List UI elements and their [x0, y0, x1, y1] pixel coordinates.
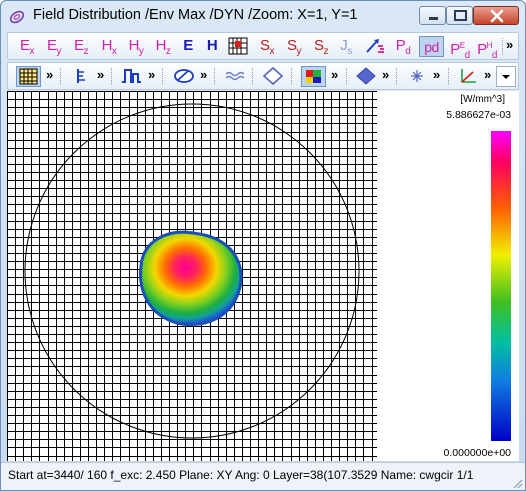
minimize-icon: [429, 17, 438, 20]
color-map-button[interactable]: [301, 66, 326, 87]
close-icon: [490, 9, 504, 23]
vector-axes-button[interactable]: [457, 66, 479, 87]
js-button[interactable]: Js: [335, 36, 357, 57]
pulse-icon: [122, 69, 141, 83]
close-button[interactable]: [473, 6, 519, 25]
ey-button[interactable]: Ey: [41, 36, 67, 57]
toolbar-separator: [346, 68, 348, 85]
colorbar-max-label: 5.886627e-03: [446, 109, 511, 121]
hy-button[interactable]: Hy: [123, 36, 149, 57]
field-component-toolbar: Ex Ey Ez Hx Hy Hz E H Sx Sy Sz Js Pd pd …: [7, 32, 519, 61]
toolbar1-overflow-chevron[interactable]: »: [506, 37, 513, 52]
colormap-overflow-chevron[interactable]: »: [331, 67, 338, 82]
arrow-field-button[interactable]: [364, 36, 386, 57]
field-canvas[interactable]: [W/mm^3] 5.886627e-03 0.000000e+00: [7, 91, 519, 461]
pde-button[interactable]: PEd: [448, 36, 472, 61]
eraser-button[interactable]: [172, 66, 196, 87]
colorbar-unit-label: [W/mm^3]: [460, 94, 505, 105]
wave-icon: [225, 71, 245, 81]
toolbar-separator: [214, 68, 216, 85]
toolbar-separator: [252, 68, 254, 85]
maximize-button[interactable]: [446, 6, 473, 25]
toolbar-dropdown-button[interactable]: [496, 66, 516, 87]
sy-button[interactable]: Sy: [281, 36, 307, 57]
title-bar[interactable]: Field Distribution /Env Max /DYN /Zoom: …: [1, 1, 525, 31]
diamond-fill-icon: [356, 67, 376, 85]
grid-toggle-button[interactable]: [16, 66, 41, 87]
axis-marker-icon: [77, 69, 85, 83]
sparkle-icon: [411, 70, 423, 82]
arrow-field-icon: [366, 39, 384, 53]
toolbar-separator: [396, 68, 398, 85]
diamond-outline-button[interactable]: [262, 66, 284, 87]
vector-axes-icon: [461, 69, 476, 83]
field-grid-button[interactable]: [226, 36, 250, 57]
app-icon: [9, 10, 25, 24]
h-total-button[interactable]: H: [202, 36, 222, 57]
e-total-button[interactable]: E: [178, 36, 198, 57]
diamond-overflow-chevron[interactable]: »: [382, 67, 389, 82]
sparkle-button[interactable]: [406, 66, 428, 87]
grid-icon: [19, 68, 38, 85]
axis-marker-button[interactable]: [70, 66, 90, 87]
window-title: Field Distribution /Env Max /DYN /Zoom: …: [33, 7, 358, 23]
field-grid-icon: [228, 37, 248, 55]
color-map-icon: [306, 70, 321, 83]
toolbar-separator: [111, 68, 113, 85]
toolbar-separator: [60, 68, 62, 85]
field-plot: [W/mm^3] 5.886627e-03 0.000000e+00: [7, 91, 512, 461]
axis-overflow-chevron[interactable]: »: [97, 67, 104, 82]
toolbar-separator: [162, 68, 164, 85]
pulse-overflow-chevron[interactable]: »: [148, 67, 155, 82]
chevron-down-icon: [502, 75, 510, 79]
pd-active-button[interactable]: pd: [419, 36, 444, 57]
field-intensity-blob: [139, 230, 243, 326]
diamond-fill-button[interactable]: [355, 66, 377, 87]
wave-button[interactable]: [224, 66, 246, 87]
hx-button[interactable]: Hx: [96, 36, 122, 57]
minimize-button[interactable]: [419, 6, 446, 25]
field-distribution-window: Field Distribution /Env Max /DYN /Zoom: …: [0, 0, 526, 491]
ez-button[interactable]: Ez: [68, 36, 94, 57]
ex-button[interactable]: Ex: [14, 36, 40, 57]
status-text: Start at=3440/ 160 f_exc: 2.450 Plane: X…: [8, 468, 474, 482]
maximize-icon: [454, 10, 467, 21]
colorbar-min-label: 0.000000e+00: [444, 447, 512, 459]
pulse-view-button[interactable]: [120, 66, 142, 87]
grid-overflow-chevron[interactable]: »: [46, 67, 53, 82]
diamond-outline-icon: [262, 66, 284, 86]
toolbar-separator: [291, 68, 293, 85]
eraser-overflow-chevron[interactable]: »: [200, 67, 207, 82]
display-options-toolbar: » » » » » » » »: [7, 62, 519, 90]
sz-button[interactable]: Sz: [308, 36, 334, 57]
pdh-button[interactable]: PHd: [475, 36, 499, 61]
toolbar-separator: [502, 38, 504, 55]
colorbar: [491, 131, 511, 441]
vector-overflow-chevron[interactable]: »: [484, 67, 491, 82]
hz-button[interactable]: Hz: [150, 36, 176, 57]
resize-grip-icon[interactable]: [511, 477, 523, 489]
toolbar-separator: [448, 68, 450, 85]
sparkle-overflow-chevron[interactable]: »: [433, 67, 440, 82]
sx-button[interactable]: Sx: [254, 36, 280, 57]
status-bar: Start at=3440/ 160 f_exc: 2.450 Plane: X…: [1, 462, 525, 490]
eraser-icon: [174, 69, 194, 83]
pd-button[interactable]: Pd: [392, 36, 414, 57]
